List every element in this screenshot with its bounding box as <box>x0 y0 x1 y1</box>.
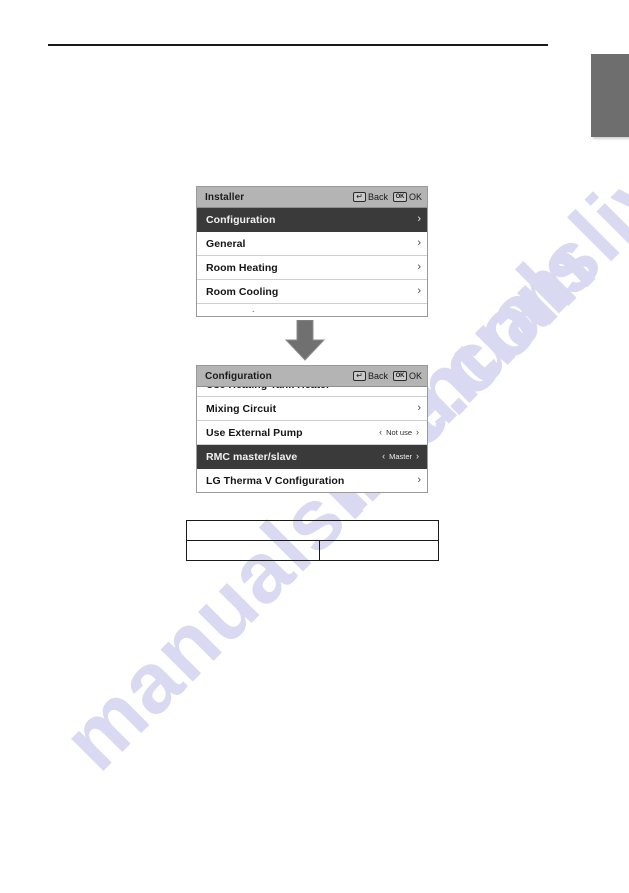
value-stepper[interactable]: ‹ Master › <box>382 452 419 462</box>
chevron-right-icon: › <box>417 474 421 486</box>
table-cell <box>186 540 320 561</box>
menu-item-label: Use Heating Tank Heater <box>206 387 413 391</box>
ok-key-icon: OK <box>392 371 407 381</box>
chevron-left-icon[interactable]: ‹ <box>382 452 385 461</box>
table-cell <box>319 540 439 561</box>
menu-item-label: LG Therma V Configuration <box>206 474 345 487</box>
menu-item-use-external-pump[interactable]: Use External Pump ‹ Not use › <box>197 421 427 445</box>
lcd-screen-installer: Installer ↵ Back OK OK Configuration › G… <box>196 186 428 317</box>
chevron-right-icon: › <box>417 261 421 273</box>
lcd-header-configuration: Configuration ↵ Back OK OK <box>197 366 427 387</box>
menu-list-configuration: Use Heating Tank Heater › Mixing Circuit… <box>197 387 427 492</box>
menu-item-rmc-master-slave[interactable]: RMC master/slave ‹ Master › <box>197 445 427 469</box>
menu-item-label: Room Cooling <box>206 285 279 298</box>
ok-button-label: OK <box>408 192 422 202</box>
back-button-label: Back <box>367 371 388 381</box>
lcd-title: Installer <box>205 191 245 203</box>
lcd-title: Configuration <box>205 370 272 382</box>
value-text: Master <box>389 452 412 461</box>
menu-item-lg-therma-v-configuration[interactable]: LG Therma V Configuration › <box>197 469 427 492</box>
menu-item-auto-mode-clipped[interactable]: Auto Mode › <box>197 304 427 312</box>
back-arrow-icon: ↵ <box>352 192 366 202</box>
menu-list-installer: Configuration › General › Room Heating ›… <box>197 208 427 312</box>
menu-item-label: General <box>206 237 246 250</box>
page-edge-tab-marker <box>591 54 629 137</box>
chevron-right-icon: › <box>417 387 421 390</box>
header-divider-rule <box>48 44 548 46</box>
value-stepper[interactable]: ‹ Not use › <box>379 428 419 438</box>
info-table <box>186 520 439 561</box>
menu-item-label: Use External Pump <box>206 426 303 439</box>
back-button[interactable]: ↵ Back <box>352 371 388 381</box>
lcd-screen-configuration: Configuration ↵ Back OK OK Use Heating T… <box>196 365 428 493</box>
menu-item-use-heating-tank-heater-clipped[interactable]: Use Heating Tank Heater › <box>197 387 427 397</box>
menu-item-general[interactable]: General › <box>197 232 427 256</box>
chevron-right-icon: › <box>417 402 421 414</box>
chevron-right-icon: › <box>417 237 421 249</box>
menu-item-label: RMC master/slave <box>206 450 298 463</box>
back-button[interactable]: ↵ Back <box>352 192 388 202</box>
document-page: Installer ↵ Back OK OK Configuration › G… <box>0 0 629 893</box>
value-text: Not use <box>386 428 412 437</box>
ok-key-icon: OK <box>392 192 407 202</box>
flow-arrow-down-icon <box>283 319 327 362</box>
chevron-right-icon: › <box>417 310 421 313</box>
chevron-left-icon[interactable]: ‹ <box>379 428 382 437</box>
menu-item-room-cooling[interactable]: Room Cooling › <box>197 280 427 304</box>
table-row <box>186 540 439 561</box>
ok-button[interactable]: OK OK <box>392 371 422 381</box>
chevron-right-icon[interactable]: › <box>416 452 419 461</box>
chevron-right-icon: › <box>417 213 421 225</box>
table-cell <box>186 520 439 541</box>
menu-item-room-heating[interactable]: Room Heating › <box>197 256 427 280</box>
back-button-label: Back <box>367 192 388 202</box>
ok-button[interactable]: OK OK <box>392 192 422 202</box>
menu-item-mixing-circuit[interactable]: Mixing Circuit › <box>197 397 427 421</box>
lcd-header-installer: Installer ↵ Back OK OK <box>197 187 427 208</box>
chevron-right-icon: › <box>417 285 421 297</box>
ok-button-label: OK <box>408 371 422 381</box>
menu-item-configuration[interactable]: Configuration › <box>197 208 427 232</box>
chevron-right-icon[interactable]: › <box>416 428 419 437</box>
table-row <box>186 520 439 541</box>
menu-item-label: Configuration <box>206 213 276 226</box>
menu-item-label: Mixing Circuit <box>206 402 277 415</box>
menu-item-label: Room Heating <box>206 261 278 274</box>
back-arrow-icon: ↵ <box>352 371 366 381</box>
menu-item-label: Auto Mode <box>206 310 413 313</box>
